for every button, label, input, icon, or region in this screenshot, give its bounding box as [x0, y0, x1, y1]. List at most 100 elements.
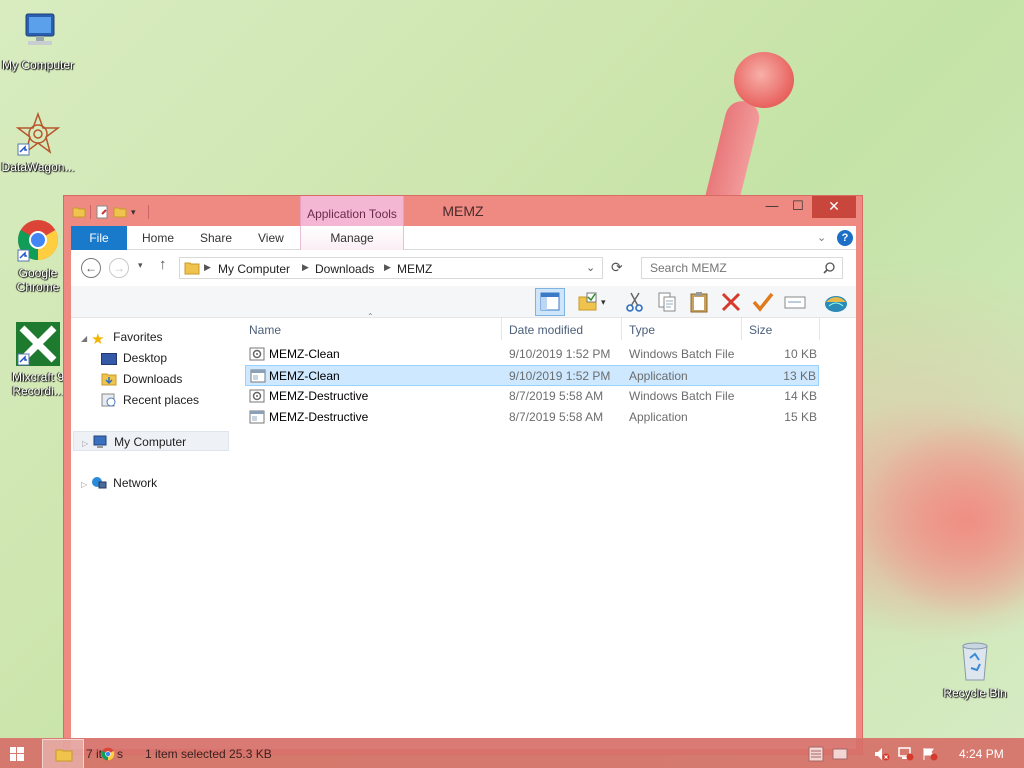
tab-manage[interactable]: Manage	[300, 226, 404, 250]
paste-button[interactable]	[687, 290, 711, 314]
nav-label: My Computer	[114, 435, 187, 449]
preview-pane-button[interactable]	[535, 288, 565, 316]
recent-locations-chevron-icon[interactable]: ▾	[138, 260, 143, 271]
tab-file[interactable]: File	[71, 226, 127, 250]
details-view-button[interactable]	[808, 739, 830, 768]
computer-icon	[16, 10, 60, 54]
breadcrumb-downloads[interactable]: Downloads	[315, 262, 374, 276]
rename-button[interactable]	[783, 290, 807, 314]
start-button[interactable]	[10, 739, 30, 768]
status-item-count-start: 7 it	[86, 747, 103, 761]
nav-favorites[interactable]: ◢ ★ Favorites	[81, 327, 163, 347]
action-center-flag-icon[interactable]	[922, 739, 942, 768]
expand-chevron-icon[interactable]: ▷	[81, 480, 87, 489]
desktop-icon-recycle-bin[interactable]: Recycle Bin	[937, 638, 1013, 700]
breadcrumb-separator[interactable]: ▶	[204, 262, 211, 273]
chrome-icon	[16, 218, 60, 262]
column-divider[interactable]	[741, 318, 742, 340]
view-options-chevron-icon[interactable]: ▾	[601, 290, 613, 314]
forward-arrow-icon[interactable]: →	[109, 258, 129, 278]
expand-ribbon-chevron-icon[interactable]: ⌄	[817, 226, 826, 250]
copy-button[interactable]	[655, 290, 679, 314]
file-size: 13 KB	[783, 369, 816, 383]
breadcrumb-memz[interactable]: MEMZ	[397, 262, 432, 276]
search-input[interactable]	[650, 261, 810, 275]
globe-button[interactable]	[823, 290, 847, 314]
column-header-name[interactable]: Name	[249, 323, 281, 337]
apply-button[interactable]	[751, 290, 775, 314]
column-divider[interactable]	[501, 318, 502, 340]
select-folder-button[interactable]	[576, 290, 600, 314]
column-header-date-modified[interactable]: Date modified	[509, 323, 583, 337]
file-row[interactable]: MEMZ-Clean 9/10/2019 1:52 PM Windows Bat…	[245, 344, 819, 365]
tab-share[interactable]: Share	[200, 226, 232, 250]
close-button[interactable]: ✕	[812, 196, 856, 218]
breadcrumb-my-computer[interactable]: My Computer	[218, 262, 290, 276]
desktop-icon-label: My Computer	[1, 58, 75, 72]
file-size: 15 KB	[784, 410, 817, 424]
tab-view[interactable]: View	[258, 226, 284, 250]
nav-recent-places[interactable]: Recent places	[101, 390, 199, 410]
address-dropdown-chevron-icon[interactable]: ⌄	[586, 261, 595, 274]
file-date: 8/7/2019 5:58 AM	[509, 410, 604, 424]
volume-muted-icon[interactable]	[874, 739, 894, 768]
datawagon-star-icon	[15, 111, 61, 156]
globe-icon	[825, 296, 847, 312]
file-list: ⌃ Name Date modified Type Size MEMZ-Clea…	[243, 312, 823, 749]
mixcraft-icon	[16, 322, 60, 366]
column-divider[interactable]	[621, 318, 622, 340]
desktop-icon-label: Recycle Bin	[943, 686, 1007, 700]
file-type: Application	[629, 369, 688, 383]
breadcrumb-separator[interactable]: ▶	[384, 262, 391, 273]
taskbar-chrome-button[interactable]	[101, 739, 117, 768]
search-icon[interactable]	[823, 262, 835, 274]
recent-places-icon	[101, 393, 117, 407]
tab-home[interactable]: Home	[142, 226, 174, 250]
details-view-icon	[808, 746, 824, 762]
up-arrow-icon[interactable]: ↑	[159, 256, 167, 273]
help-icon[interactable]: ?	[837, 230, 853, 246]
paste-clipboard-icon	[690, 292, 708, 313]
column-header-size[interactable]: Size	[749, 323, 772, 337]
recycle-bin-icon	[953, 638, 997, 682]
refresh-icon[interactable]: ⟳	[611, 259, 623, 276]
desktop-icon-my-computer[interactable]: My Computer	[0, 10, 76, 72]
nav-network[interactable]: ▷ Network	[81, 473, 157, 493]
nav-label: Network	[113, 476, 158, 490]
back-arrow-icon[interactable]: ←	[81, 258, 101, 278]
column-divider[interactable]	[819, 318, 820, 340]
file-row-selected[interactable]: MEMZ-Clean 9/10/2019 1:52 PM Application…	[245, 365, 819, 386]
expand-chevron-icon[interactable]: ▷	[82, 439, 88, 448]
nav-label: Downloads	[123, 372, 183, 386]
file-row[interactable]: MEMZ-Destructive 8/7/2019 5:58 AM Window…	[245, 386, 819, 407]
clock[interactable]: 4:24 PM	[959, 747, 1004, 761]
column-header-type[interactable]: Type	[629, 323, 655, 337]
maximize-button[interactable]: ☐	[785, 196, 811, 218]
collapse-chevron-icon[interactable]: ◢	[81, 334, 87, 343]
explorer-window: ▾ Application Tools MEMZ — ☐ ✕ File Home…	[63, 195, 863, 755]
minimize-button[interactable]: —	[759, 196, 785, 218]
network-tray-icon[interactable]	[898, 739, 918, 768]
address-bar[interactable]: ▶ My Computer ▶ Downloads ▶ MEMZ ⌄	[179, 257, 603, 279]
file-date: 8/7/2019 5:58 AM	[509, 389, 604, 403]
desktop-icon-datawagon[interactable]: DataWagon...	[0, 111, 76, 174]
status-item-count-end: s	[117, 747, 123, 761]
explorer-content: ◢ ★ Favorites Desktop Downloads Recent pla…	[71, 312, 856, 749]
delete-button[interactable]	[719, 290, 743, 314]
large-icons-view-button[interactable]	[832, 739, 854, 768]
batch-file-gear-icon	[249, 389, 265, 403]
title-bar[interactable]: ▾ Application Tools MEMZ — ☐ ✕	[64, 196, 862, 226]
file-row[interactable]: MEMZ-Destructive 8/7/2019 5:58 AM Applic…	[245, 407, 819, 428]
taskbar-explorer-button[interactable]	[42, 739, 84, 768]
nav-downloads[interactable]: Downloads	[101, 369, 182, 389]
delete-x-icon	[721, 292, 741, 312]
preview-pane-icon	[540, 292, 560, 311]
nav-my-computer[interactable]: ▷ My Computer	[73, 431, 229, 451]
downloads-folder-icon	[101, 372, 117, 386]
nav-desktop[interactable]: Desktop	[101, 348, 167, 368]
file-name: MEMZ-Destructive	[269, 389, 369, 403]
cut-button[interactable]	[623, 290, 647, 314]
window-title: MEMZ	[442, 203, 484, 219]
breadcrumb-separator[interactable]: ▶	[302, 262, 309, 273]
application-window-icon	[249, 410, 265, 424]
